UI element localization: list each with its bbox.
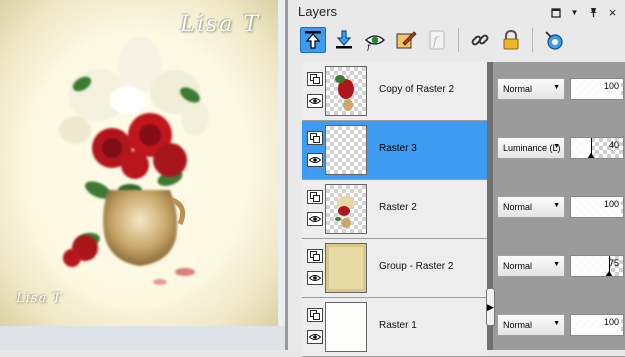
toggle-visibility-icon[interactable]: f — [362, 27, 388, 53]
opacity-slider[interactable]: 100 — [570, 78, 624, 100]
layer-row-raster-1[interactable]: Raster 1 Normal ▼ 100 — [302, 298, 625, 357]
layer-row-group-raster-2[interactable]: Group - Raster 2 Normal ▼ 75 — [302, 239, 625, 298]
blend-mode-dropdown[interactable]: Luminance (L) ▼ — [497, 137, 565, 159]
mask-icon[interactable] — [541, 27, 567, 53]
layer-link-toggle-icon[interactable] — [307, 308, 323, 322]
layer-link-toggle-icon[interactable] — [307, 72, 323, 86]
eye-icon[interactable] — [307, 271, 323, 285]
layer-thumbnail — [325, 66, 367, 116]
link-icon[interactable] — [467, 27, 493, 53]
chevron-down-icon: ▼ — [553, 320, 560, 327]
layer-link-toggle-icon[interactable] — [307, 131, 323, 145]
palette-window-buttons: ▼ × — [549, 6, 619, 19]
opacity-slider-tick — [591, 138, 592, 158]
canvas-horizontal-scroll-area[interactable] — [0, 326, 285, 350]
layers-list: Copy of Raster 2 Normal ▼ 100 Raster 3 Lu… — [302, 62, 625, 357]
layer-name: Copy of Raster 2 — [379, 84, 455, 95]
eye-icon[interactable] — [307, 94, 323, 108]
layer-name: Group - Raster 2 — [379, 261, 454, 272]
signature-watermark-top: Lisa T — [180, 12, 260, 37]
chevron-down-icon: ▼ — [553, 84, 560, 91]
chevron-down-icon: ▼ — [553, 143, 560, 150]
chevron-down-icon: ▼ — [553, 261, 560, 268]
blend-mode-dropdown[interactable]: Normal ▼ — [497, 196, 565, 218]
eye-icon[interactable] — [307, 153, 323, 167]
layer-link-toggle-icon[interactable] — [307, 249, 323, 263]
opacity-slider[interactable]: 100 — [570, 314, 624, 336]
signature-watermark-bottom: Lisa T — [16, 291, 63, 306]
blend-mode-value: Normal — [503, 261, 533, 271]
blend-mode-dropdown[interactable]: Normal ▼ — [497, 78, 565, 100]
blend-mode-value: Luminance (L) — [503, 143, 561, 153]
layer-name: Raster 3 — [379, 143, 417, 154]
blend-mode-value: Normal — [503, 202, 533, 212]
opacity-slider[interactable]: 75 — [570, 255, 624, 277]
layers-toolbar: f f — [300, 27, 567, 53]
move-layer-down-icon[interactable] — [331, 27, 357, 53]
opacity-value: 100 — [603, 199, 619, 209]
expand-arrow-icon[interactable]: ▶ — [486, 288, 495, 326]
blend-mode-dropdown[interactable]: Normal ▼ — [497, 314, 565, 336]
close-icon[interactable]: × — [606, 6, 619, 19]
layer-row-raster-3[interactable]: Raster 3 Luminance (L) ▼ 40 — [302, 121, 625, 180]
opacity-value: 100 — [603, 317, 619, 327]
canvas-vertical-gutter — [278, 0, 285, 326]
move-layer-up-icon[interactable] — [300, 27, 326, 53]
layer-name: Raster 1 — [379, 320, 417, 331]
opacity-slider[interactable]: 40 — [570, 137, 624, 159]
layer-thumbnail — [325, 184, 367, 234]
palette-title: Layers — [298, 4, 338, 19]
toolbar-separator — [532, 28, 533, 52]
blend-mode-value: Normal — [503, 84, 533, 94]
opacity-slider-tick — [609, 256, 610, 276]
svg-text:f: f — [366, 43, 372, 51]
eye-icon[interactable] — [307, 212, 323, 226]
layer-link-toggle-icon[interactable] — [307, 190, 323, 204]
layer-row-copy-of-raster-2[interactable]: Copy of Raster 2 Normal ▼ 100 — [302, 62, 625, 121]
opacity-slider[interactable]: 100 — [570, 196, 624, 218]
layer-thumbnail — [325, 302, 367, 352]
script-icon[interactable]: f — [424, 27, 450, 53]
blend-mode-value: Normal — [503, 320, 533, 330]
toolbar-separator — [458, 28, 459, 52]
opacity-value: 40 — [608, 140, 619, 150]
blend-mode-dropdown[interactable]: Normal ▼ — [497, 255, 565, 277]
layer-thumbnail — [325, 125, 367, 175]
eye-icon[interactable] — [307, 330, 323, 344]
image-canvas[interactable]: Lisa T Lisa T — [0, 0, 279, 327]
image-canvas-area[interactable]: Lisa T Lisa T — [0, 0, 285, 350]
edit-selection-icon[interactable] — [393, 27, 419, 53]
opacity-value: 75 — [608, 258, 619, 268]
opacity-value: 100 — [603, 81, 619, 91]
restore-icon[interactable] — [549, 6, 562, 19]
layer-row-raster-2[interactable]: Raster 2 Normal ▼ 100 — [302, 180, 625, 239]
layer-name: Raster 2 — [379, 202, 417, 213]
pin-icon[interactable] — [587, 6, 600, 19]
dropdown-arrow-icon[interactable]: ▼ — [568, 6, 581, 19]
chevron-down-icon: ▼ — [553, 202, 560, 209]
layer-thumbnail — [325, 243, 367, 293]
lock-icon[interactable] — [498, 27, 524, 53]
flower-vase-image — [20, 30, 250, 310]
layers-palette: Layers ▼ × f f Copy of Raster 2 Normal ▼… — [285, 0, 625, 357]
